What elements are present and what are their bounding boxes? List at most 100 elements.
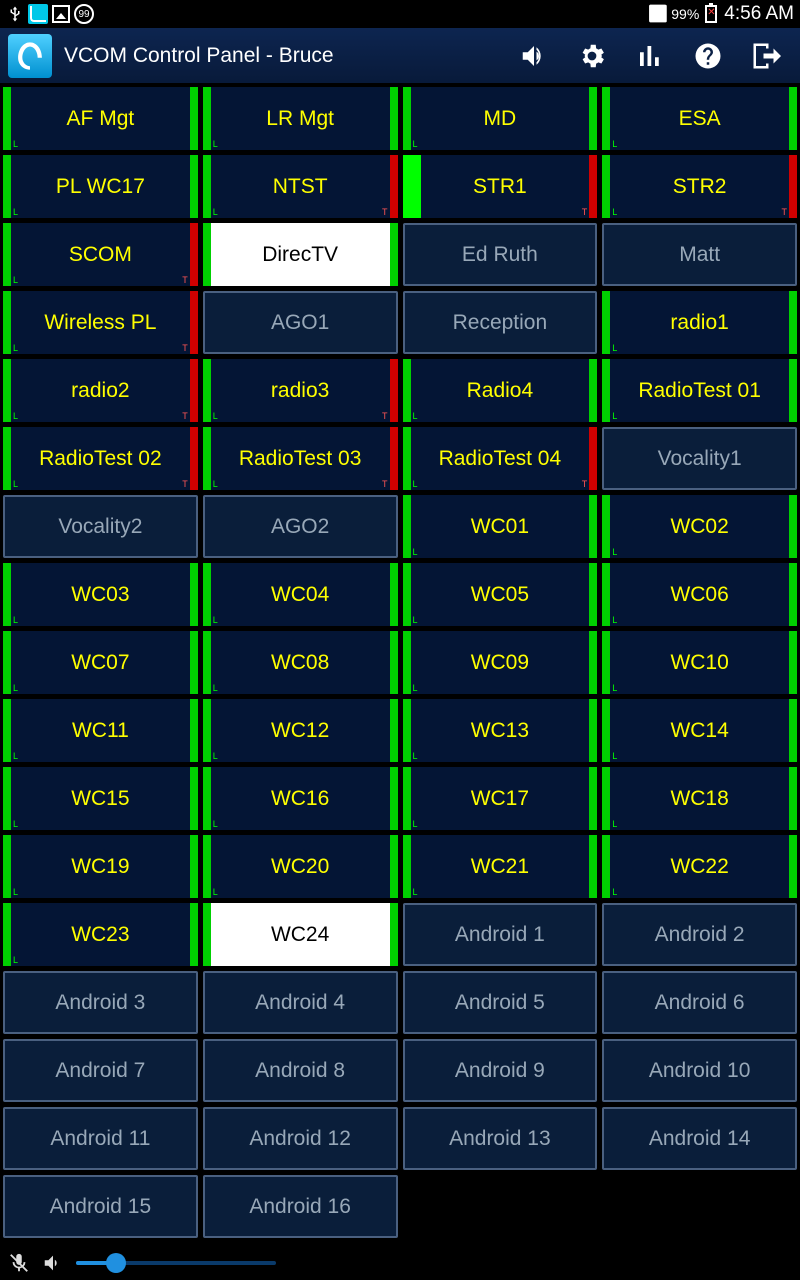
channel-cell[interactable]: AF MgtL <box>3 87 198 150</box>
channel-cell[interactable]: WC12L <box>203 699 398 762</box>
channel-label: WC16 <box>271 787 329 811</box>
channel-cell[interactable]: radio1L <box>602 291 797 354</box>
channel-cell[interactable]: Android 5 <box>403 971 598 1034</box>
wifi-icon <box>649 5 667 23</box>
channel-cell[interactable]: radio3LT <box>203 359 398 422</box>
l-indicator: L <box>413 751 418 761</box>
channel-cell[interactable]: LR MgtL <box>203 87 398 150</box>
t-indicator: T <box>182 343 188 353</box>
volume-icon[interactable] <box>42 1252 64 1274</box>
channel-cell[interactable]: RadioTest 01L <box>602 359 797 422</box>
channel-cell[interactable]: WC19L <box>3 835 198 898</box>
channel-label: WC23 <box>71 923 129 947</box>
channel-cell[interactable]: Ed Ruth <box>403 223 598 286</box>
channel-cell[interactable]: WC13L <box>403 699 598 762</box>
channel-cell[interactable]: WC15L <box>3 767 198 830</box>
channel-cell[interactable]: Android 6 <box>602 971 797 1034</box>
t-indicator: T <box>382 479 388 489</box>
channel-cell[interactable]: AGO1 <box>203 291 398 354</box>
channel-cell[interactable]: RadioTest 04LT <box>403 427 598 490</box>
channel-cell[interactable]: Reception <box>403 291 598 354</box>
bottom-bar <box>0 1246 800 1280</box>
channel-label: Android 7 <box>55 1059 145 1083</box>
channel-cell[interactable]: WC14L <box>602 699 797 762</box>
speaker-button[interactable] <box>508 28 560 84</box>
channel-cell[interactable]: Android 16 <box>203 1175 398 1238</box>
channel-cell[interactable]: WC06L <box>602 563 797 626</box>
channel-cell[interactable]: Android 15 <box>3 1175 198 1238</box>
channel-cell[interactable]: Android 3 <box>3 971 198 1034</box>
channel-cell[interactable]: Vocality1 <box>602 427 797 490</box>
channel-cell[interactable]: STR2LT <box>602 155 797 218</box>
channel-cell[interactable]: WC02L <box>602 495 797 558</box>
l-indicator: L <box>213 207 218 217</box>
channel-cell[interactable]: MD L <box>403 87 598 150</box>
channel-cell[interactable]: WC20L <box>203 835 398 898</box>
channel-cell[interactable]: Radio4L <box>403 359 598 422</box>
channel-cell[interactable]: Android 4 <box>203 971 398 1034</box>
channel-cell[interactable]: WC17L <box>403 767 598 830</box>
channel-cell[interactable]: Android 1 <box>403 903 598 966</box>
channel-cell[interactable]: WC24 <box>203 903 398 966</box>
l-indicator: L <box>13 343 18 353</box>
channel-cell[interactable]: Android 9 <box>403 1039 598 1102</box>
notification-count-badge: 99 <box>74 4 94 24</box>
channel-cell[interactable]: WC08L <box>203 631 398 694</box>
t-indicator: T <box>182 275 188 285</box>
channel-cell[interactable]: Matt <box>602 223 797 286</box>
channel-cell[interactable]: Android 12 <box>203 1107 398 1170</box>
l-indicator: L <box>213 139 218 149</box>
l-indicator: L <box>413 479 418 489</box>
channel-cell[interactable]: Android 14 <box>602 1107 797 1170</box>
channel-cell[interactable]: WC22L <box>602 835 797 898</box>
l-indicator: L <box>413 411 418 421</box>
channel-cell[interactable]: WC16L <box>203 767 398 830</box>
exit-button[interactable] <box>740 28 792 84</box>
channel-label: Android 14 <box>649 1127 751 1151</box>
channel-label: Android 16 <box>249 1195 351 1219</box>
channel-cell[interactable]: RadioTest 03LT <box>203 427 398 490</box>
channel-cell[interactable]: NTSTLT <box>203 155 398 218</box>
channel-cell[interactable]: WC01L <box>403 495 598 558</box>
channel-cell[interactable]: WC23L <box>3 903 198 966</box>
channel-cell[interactable]: Android 10 <box>602 1039 797 1102</box>
settings-button[interactable] <box>566 28 618 84</box>
channel-cell[interactable]: WC07L <box>3 631 198 694</box>
channel-label: DirecTV <box>262 243 338 267</box>
channel-cell[interactable]: Android 7 <box>3 1039 198 1102</box>
channel-cell[interactable]: WC10L <box>602 631 797 694</box>
channel-cell[interactable]: WC18L <box>602 767 797 830</box>
channel-cell[interactable]: WC21L <box>403 835 598 898</box>
l-indicator: L <box>612 615 617 625</box>
channel-cell[interactable]: Android 8 <box>203 1039 398 1102</box>
mic-mute-icon[interactable] <box>8 1252 30 1274</box>
channel-cell[interactable]: STR1LT <box>403 155 598 218</box>
channel-cell[interactable]: WC03L <box>3 563 198 626</box>
channel-cell[interactable]: Android 2 <box>602 903 797 966</box>
channel-cell[interactable]: WC04L <box>203 563 398 626</box>
help-button[interactable] <box>682 28 734 84</box>
channel-cell[interactable]: Android 11 <box>3 1107 198 1170</box>
channel-cell[interactable]: AGO2 <box>203 495 398 558</box>
channel-cell[interactable]: WC11L <box>3 699 198 762</box>
channel-cell[interactable]: PL WC17L <box>3 155 198 218</box>
channel-cell[interactable]: Wireless PLLT <box>3 291 198 354</box>
channel-label: MD <box>484 107 517 131</box>
channel-cell[interactable]: DirecTV <box>203 223 398 286</box>
channel-cell[interactable]: WC05L <box>403 563 598 626</box>
l-indicator: L <box>612 751 617 761</box>
channel-cell[interactable]: ESAL <box>602 87 797 150</box>
android-status-bar: 99 99% 4:56 AM <box>0 0 800 28</box>
t-indicator: T <box>782 207 788 217</box>
channel-cell[interactable]: Android 13 <box>403 1107 598 1170</box>
l-indicator: L <box>413 683 418 693</box>
volume-slider[interactable] <box>76 1261 276 1265</box>
stats-button[interactable] <box>624 28 676 84</box>
channel-cell[interactable]: RadioTest 02LT <box>3 427 198 490</box>
l-indicator: L <box>413 139 418 149</box>
channel-cell[interactable]: SCOMLT <box>3 223 198 286</box>
channel-cell[interactable]: radio2LT <box>3 359 198 422</box>
channel-cell[interactable]: Vocality2 <box>3 495 198 558</box>
channel-cell[interactable]: WC09L <box>403 631 598 694</box>
l-indicator: L <box>213 615 218 625</box>
